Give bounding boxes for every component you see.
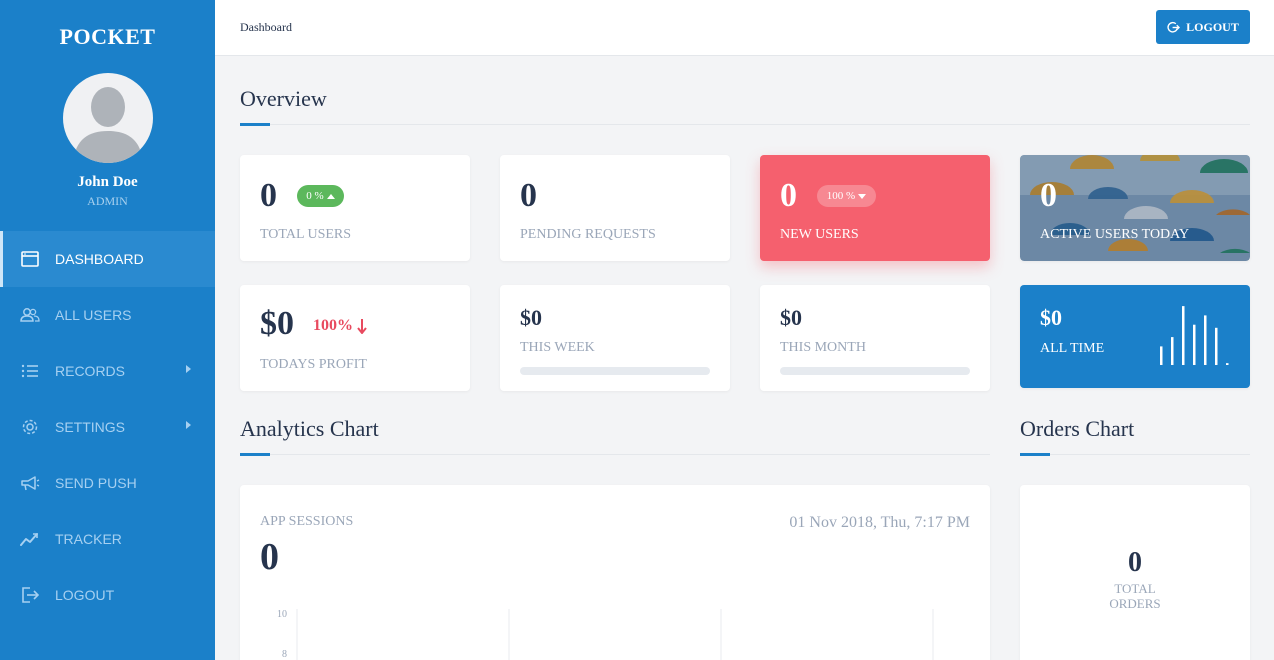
y-tick-label: 8 <box>282 649 287 660</box>
sparkline-bar <box>1160 346 1163 365</box>
logout-button[interactable]: LOGOUT <box>1156 10 1250 44</box>
sidebar-item-label: SEND PUSH <box>55 475 137 491</box>
all-time-label: ALL TIME <box>1040 341 1105 356</box>
all-time-card[interactable]: $0 ALL TIME <box>1020 285 1250 388</box>
sidebar-item-tracker[interactable]: TRACKER <box>0 511 215 567</box>
total-orders-value: 0 <box>1128 547 1142 578</box>
orders-title: Orders Chart <box>1020 416 1135 441</box>
sparkline-bar <box>1204 315 1207 365</box>
brand-logo[interactable]: POCKET <box>0 24 215 50</box>
user-name: John Doe <box>77 174 138 190</box>
active-users-value: 0 <box>1040 177 1057 214</box>
active-users-card[interactable]: 0 ACTIVE USERS TODAY <box>1020 155 1250 261</box>
total-users-card[interactable]: 0 0 % TOTAL USERS <box>240 155 470 261</box>
sidebar-item-label: LOGOUT <box>55 587 115 603</box>
pending-requests-card[interactable]: 0 PENDING REQUESTS <box>500 155 730 261</box>
sparkline-bar <box>1226 363 1229 365</box>
sidebar-item-all-users[interactable]: ALL USERS <box>0 287 215 343</box>
this-month-value: $0 <box>780 305 802 330</box>
total-orders-label-line1: TOTAL <box>1114 581 1156 596</box>
sidebar-item-label: SETTINGS <box>55 419 126 435</box>
overview-divider <box>240 124 1250 125</box>
chevron-right-icon <box>186 365 191 373</box>
analytics-card[interactable]: APP SESSIONS 01 Nov 2018, Thu, 7:17 PM 0… <box>240 485 990 660</box>
megaphone-icon <box>20 473 40 493</box>
analytics-accent <box>240 453 270 456</box>
window-icon <box>20 249 40 269</box>
y-tick-label: 10 <box>277 609 287 620</box>
caret-up-icon <box>326 193 335 199</box>
this-week-progress <box>520 367 710 375</box>
this-month-card[interactable]: $0 THIS MONTH <box>760 285 990 391</box>
analytics-divider <box>240 454 990 455</box>
sidebar-item-label: DASHBOARD <box>55 251 144 267</box>
total-users-label: TOTAL USERS <box>260 227 352 242</box>
sparkline-bar <box>1182 306 1185 365</box>
sparkline-bar <box>1215 327 1218 365</box>
todays-profit-label: TODAYS PROFIT <box>260 357 367 372</box>
logout-icon <box>20 585 40 605</box>
total-users-badge: 0 % <box>297 185 344 207</box>
topbar: Dashboard LOGOUT <box>215 0 1274 56</box>
pending-requests-label: PENDING REQUESTS <box>520 227 656 242</box>
total-orders-label: TOTAL ORDERS <box>1020 581 1250 611</box>
sidebar-item-records[interactable]: RECORDS <box>0 343 215 399</box>
sidebar-item-label: RECORDS <box>55 363 126 379</box>
new-users-badge: 100 % <box>817 185 876 207</box>
profit-change: 100% <box>313 317 367 335</box>
todays-profit-value: $0 <box>260 305 294 342</box>
this-week-value: $0 <box>520 305 542 330</box>
new-users-value: 0 <box>780 177 797 214</box>
this-week-card[interactable]: $0 THIS WEEK <box>500 285 730 391</box>
all-time-value: $0 <box>1040 305 1062 330</box>
sidebar-item-dashboard[interactable]: DASHBOARD <box>0 231 215 287</box>
active-users-label: ACTIVE USERS TODAY <box>1040 227 1190 242</box>
sidebar-nav: DASHBOARD ALL USERS RECORDS SETTINGS SEN… <box>0 231 215 623</box>
logout-button-label: LOGOUT <box>1186 19 1239 34</box>
new-users-card[interactable]: 0 100 % NEW USERS <box>760 155 990 261</box>
pending-requests-value: 0 <box>520 177 537 214</box>
overview-accent <box>240 123 270 126</box>
total-orders-label-line2: ORDERS <box>1109 596 1161 611</box>
arrow-down-icon <box>357 319 367 334</box>
chevron-right-icon <box>186 421 191 429</box>
badge-text: 100 % <box>826 190 856 202</box>
sidebar-item-logout[interactable]: LOGOUT <box>0 567 215 623</box>
this-month-label: THIS MONTH <box>780 340 866 355</box>
orders-divider <box>1020 454 1250 455</box>
todays-profit-card[interactable]: $0 100% TODAYS PROFIT <box>240 285 470 391</box>
power-icon <box>1167 21 1181 33</box>
sidebar-item-label: ALL USERS <box>55 307 132 323</box>
this-week-label: THIS WEEK <box>520 340 595 355</box>
this-month-progress <box>780 367 970 375</box>
sidebar-item-label: TRACKER <box>55 531 122 547</box>
breadcrumb[interactable]: Dashboard <box>240 20 292 35</box>
sidebar-item-send-push[interactable]: SEND PUSH <box>0 455 215 511</box>
profit-change-value: 100% <box>313 317 353 334</box>
app-sessions-chart: 10 8 <box>277 609 934 660</box>
sidebar: POCKET John Doe ADMIN DASHBOARD ALL USER… <box>0 0 215 660</box>
sparkline-bar <box>1193 324 1196 365</box>
user-role: ADMIN <box>87 194 128 208</box>
trend-icon <box>20 529 40 549</box>
total-users-value: 0 <box>260 177 277 214</box>
sidebar-item-settings[interactable]: SETTINGS <box>0 399 215 455</box>
avatar[interactable] <box>63 73 153 163</box>
list-icon <box>20 361 40 381</box>
overview-title: Overview <box>240 86 327 111</box>
badge-text: 0 % <box>306 190 324 202</box>
user-silhouette-icon <box>73 87 143 163</box>
all-time-sparkline <box>1160 306 1229 365</box>
analytics-title: Analytics Chart <box>240 416 379 441</box>
users-icon <box>20 305 40 325</box>
orders-accent <box>1020 453 1050 456</box>
sparkline-bar <box>1171 337 1174 365</box>
orders-card[interactable]: 0 TOTAL ORDERS <box>1020 485 1250 660</box>
gear-icon <box>20 417 40 437</box>
caret-down-icon <box>858 193 867 199</box>
new-users-label: NEW USERS <box>780 227 859 242</box>
